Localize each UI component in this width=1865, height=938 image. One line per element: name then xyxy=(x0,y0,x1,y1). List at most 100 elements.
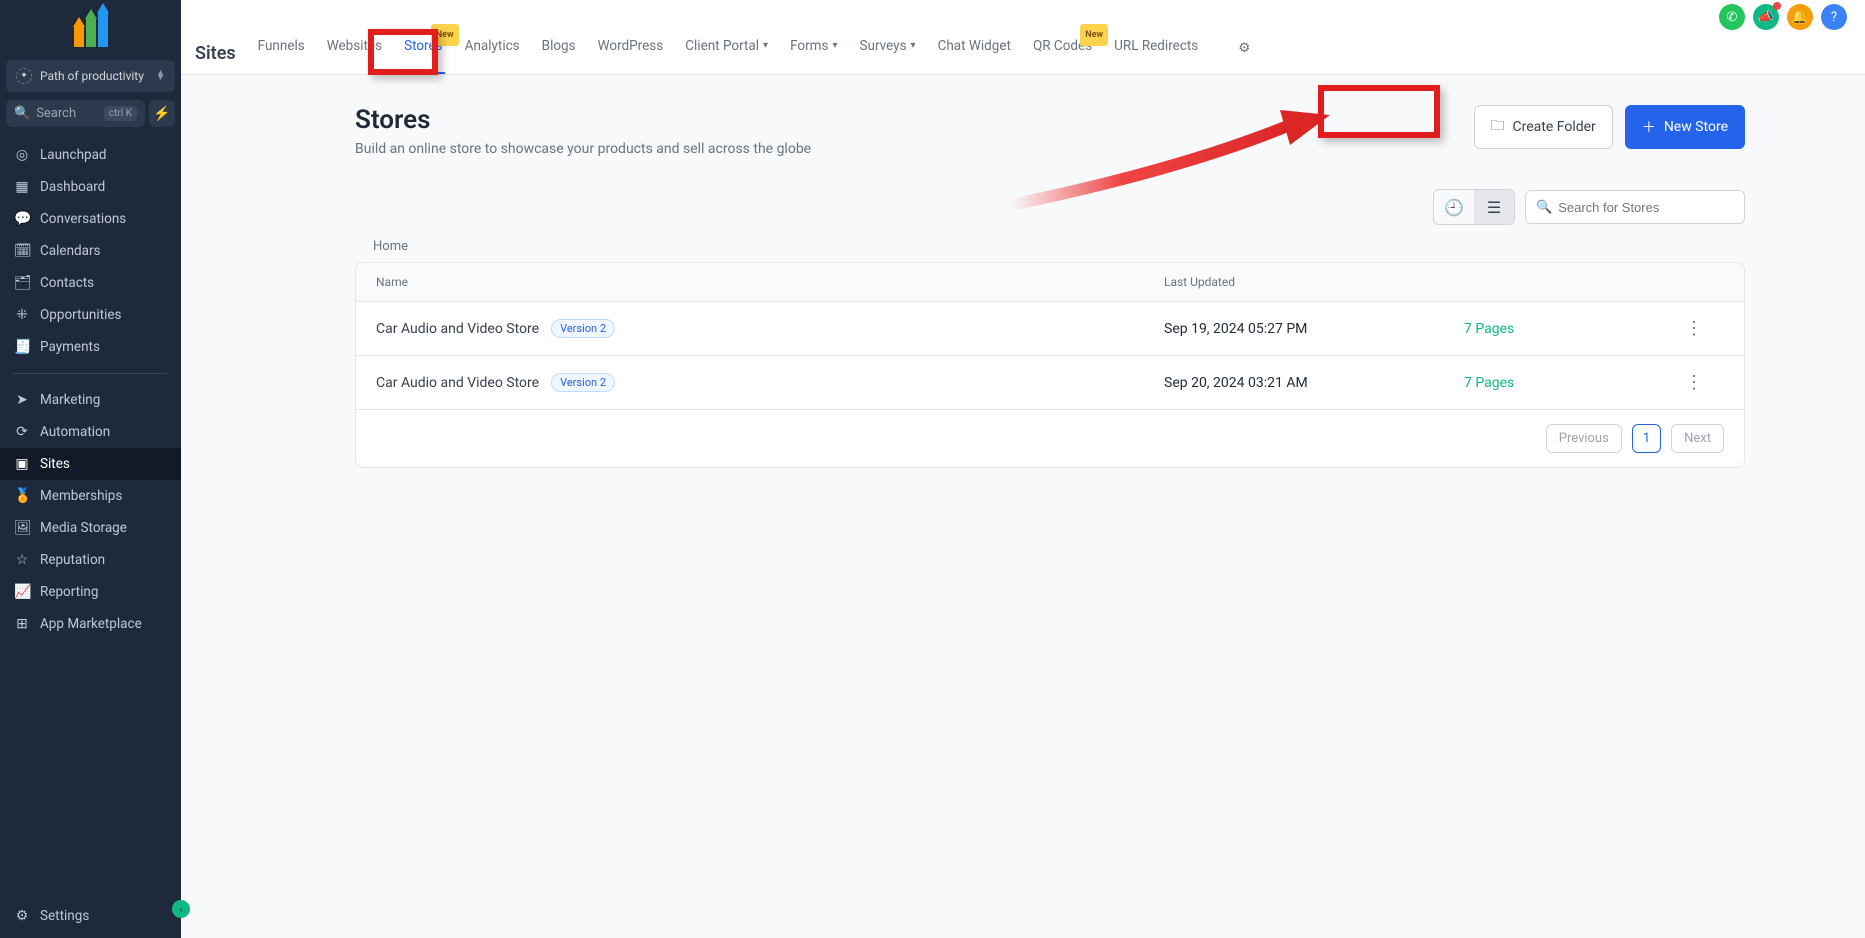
sidebar-item-label: Launchpad xyxy=(40,147,107,163)
kebab-icon: ⋮ xyxy=(1685,372,1703,393)
folder-plus-icon: 🗀 xyxy=(1491,115,1505,139)
tab-label: Funnels xyxy=(258,36,305,56)
sidebar-item-media[interactable]: 🖼Media Storage xyxy=(0,512,181,544)
sidebar-item-label: Marketing xyxy=(40,392,100,408)
tab-chat-widget[interactable]: Chat Widget xyxy=(936,36,1013,74)
sidebar-item-marketplace[interactable]: ⊞ App Marketplace xyxy=(0,608,181,640)
chart-icon: 📈 xyxy=(14,584,30,600)
sidebar-item-settings[interactable]: ⚙ Settings xyxy=(0,894,181,938)
search-icon: 🔍 xyxy=(14,106,30,121)
sidebar-item-reputation[interactable]: ☆Reputation xyxy=(0,544,181,576)
pager-previous-button[interactable]: Previous xyxy=(1546,424,1622,453)
column-updated: Last Updated xyxy=(1164,275,1464,289)
contacts-icon: 🗂 xyxy=(14,275,30,291)
notification-dot xyxy=(1773,2,1781,10)
sidebar-item-opportunities[interactable]: ⁜Opportunities xyxy=(0,299,181,331)
pager-next-button[interactable]: Next xyxy=(1671,424,1724,453)
sidebar-item-contacts[interactable]: 🗂Contacts xyxy=(0,267,181,299)
view-recent-button[interactable]: 🕘 xyxy=(1434,190,1474,224)
stores-table: Name Last Updated Car Audio and Video St… xyxy=(355,262,1745,468)
pages-link[interactable]: 7 Pages xyxy=(1464,321,1664,337)
tab-stores[interactable]: StoresNew xyxy=(402,36,445,74)
sidebar-item-marketing[interactable]: ➤ Marketing xyxy=(0,384,181,416)
logo xyxy=(0,0,181,60)
tab-surveys[interactable]: Surveys▾ xyxy=(858,36,918,74)
sidebar-item-label: Memberships xyxy=(40,488,122,504)
tab-settings[interactable]: ⚙ xyxy=(1238,40,1250,74)
tab-label: Websites xyxy=(327,36,382,56)
list-icon: ☰ xyxy=(1487,198,1501,217)
chevron-down-icon: ▾ xyxy=(832,36,837,56)
nav-divider xyxy=(14,373,167,374)
sidebar-item-sites[interactable]: ▣Sites xyxy=(0,448,181,480)
sidebar-search[interactable]: 🔍 Search ctrl K xyxy=(6,100,145,127)
apps-icon: ⊞ xyxy=(14,616,30,632)
chat-icon: 💬 xyxy=(14,211,30,227)
tab-analytics[interactable]: Analytics xyxy=(463,36,522,74)
sidebar-item-launchpad[interactable]: ◎Launchpad xyxy=(0,139,181,171)
page-subtitle: Build an online store to showcase your p… xyxy=(355,141,811,157)
sidebar-item-label: Settings xyxy=(40,908,89,924)
store-search[interactable]: 🔍 xyxy=(1525,190,1745,224)
store-updated: Sep 20, 2024 03:21 AM xyxy=(1164,375,1464,391)
sidebar-item-label: Sites xyxy=(40,456,70,472)
store-search-input[interactable] xyxy=(1558,200,1734,215)
new-badge: New xyxy=(1080,24,1108,46)
new-badge: New xyxy=(431,24,459,46)
tab-label: Client Portal xyxy=(685,36,759,56)
tab-label: URL Redirects xyxy=(1114,36,1198,56)
sidebar-item-calendars[interactable]: 🗓Calendars xyxy=(0,235,181,267)
tab-websites[interactable]: Websites xyxy=(325,36,384,74)
tab-url-redirects[interactable]: URL Redirects xyxy=(1112,36,1200,74)
sidebar-item-dashboard[interactable]: ▦Dashboard xyxy=(0,171,181,203)
sidebar-item-payments[interactable]: 🧾Payments xyxy=(0,331,181,363)
chevron-updown-icon: ▲▼ xyxy=(156,71,165,81)
view-list-button[interactable]: ☰ xyxy=(1474,190,1514,224)
search-icon: 🔍 xyxy=(1536,200,1552,215)
tab-qr-codes[interactable]: QR CodesNew xyxy=(1031,36,1094,74)
sidebar-item-label: App Marketplace xyxy=(40,616,142,632)
quick-action-button[interactable]: ⚡ xyxy=(149,100,175,127)
account-switcher[interactable]: ✦ Path of productivity ▲▼ xyxy=(6,60,175,92)
sidebar-item-automation[interactable]: ⟳Automation xyxy=(0,416,181,448)
button-label: New Store xyxy=(1664,119,1728,135)
tab-client-portal[interactable]: Client Portal▾ xyxy=(683,36,770,74)
tab-label: Analytics xyxy=(465,36,520,56)
table-row[interactable]: Car Audio and Video Store Version 2 Sep … xyxy=(356,356,1744,410)
gear-icon: ⚙ xyxy=(14,908,30,924)
sidebar-item-label: Automation xyxy=(40,424,110,440)
calendar-icon: 🗓 xyxy=(14,243,30,259)
sidebar-item-memberships[interactable]: 🏅 Memberships xyxy=(0,480,181,512)
chevron-down-icon: ▾ xyxy=(763,36,768,56)
pager-page-number[interactable]: 1 xyxy=(1632,424,1661,453)
new-store-button[interactable]: ＋ New Store xyxy=(1625,105,1745,149)
notifications-button[interactable]: 🔔 xyxy=(1787,4,1813,30)
table-row[interactable]: Car Audio and Video Store Version 2 Sep … xyxy=(356,302,1744,356)
phone-icon: ✆ xyxy=(1727,10,1738,25)
help-icon: ? xyxy=(1831,10,1837,25)
row-menu-button[interactable]: ⋮ xyxy=(1664,318,1724,339)
tab-blogs[interactable]: Blogs xyxy=(540,36,578,74)
send-icon: ➤ xyxy=(14,392,30,408)
tab-label: Blogs xyxy=(542,36,576,56)
announce-button[interactable]: 📣 xyxy=(1753,4,1779,30)
pages-link[interactable]: 7 Pages xyxy=(1464,375,1664,391)
collapse-sidebar-button[interactable]: ‹ xyxy=(172,900,190,918)
search-placeholder: Search xyxy=(36,106,76,121)
sidebar-item-label: Media Storage xyxy=(40,520,127,536)
medal-icon: 🏅 xyxy=(14,488,30,504)
phone-button[interactable]: ✆ xyxy=(1719,4,1745,30)
sidebar-item-reporting[interactable]: 📈Reporting xyxy=(0,576,181,608)
view-toggle: 🕘 ☰ xyxy=(1433,189,1515,225)
tab-funnels[interactable]: Funnels xyxy=(256,36,307,74)
tab-forms[interactable]: Forms▾ xyxy=(788,36,839,74)
create-folder-button[interactable]: 🗀 Create Folder xyxy=(1474,105,1613,149)
tab-label: WordPress xyxy=(598,36,664,56)
breadcrumb[interactable]: Home xyxy=(355,239,1745,254)
help-button[interactable]: ? xyxy=(1821,4,1847,30)
breadcrumb-item: Home xyxy=(373,239,408,254)
dashboard-icon: ▦ xyxy=(14,179,30,195)
tab-wordpress[interactable]: WordPress xyxy=(596,36,666,74)
sidebar-item-conversations[interactable]: 💬Conversations xyxy=(0,203,181,235)
row-menu-button[interactable]: ⋮ xyxy=(1664,372,1724,393)
